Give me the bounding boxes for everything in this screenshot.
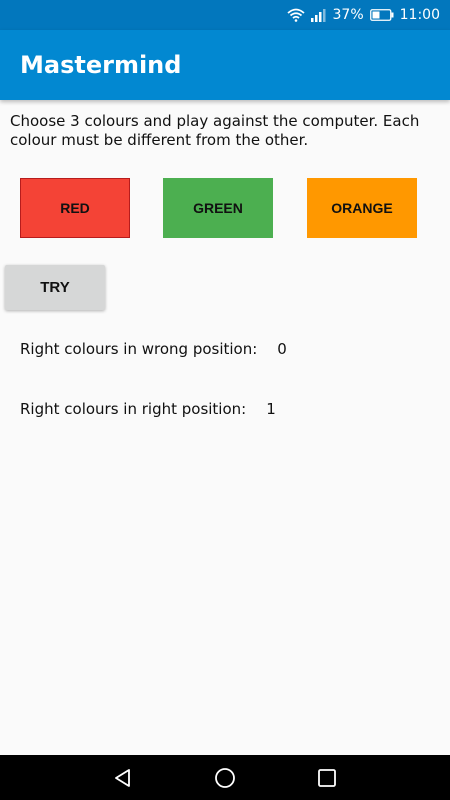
right-position-label: Right colours in right position: [20,400,247,418]
home-icon[interactable] [213,766,237,790]
status-bar: 37% 11:00 [0,0,450,30]
right-position-value: 1 [266,400,276,418]
try-button[interactable]: TRY [5,265,105,310]
app-title: Mastermind [20,51,182,79]
signal-icon [310,8,327,22]
instructions-text: Choose 3 colours and play against the co… [10,112,420,149]
main-content: Choose 3 colours and play against the co… [0,100,450,755]
back-icon[interactable] [111,766,135,790]
wrong-position-value: 0 [277,340,287,358]
red-color-button[interactable]: RED [20,178,130,238]
wrong-position-label: Right colours in wrong position: [20,340,258,358]
recents-icon[interactable] [315,766,339,790]
orange-color-button[interactable]: ORANGE [307,178,417,238]
green-color-button[interactable]: GREEN [163,178,273,238]
right-position-row: Right colours in right position: 1 [20,400,276,418]
navigation-bar [0,755,450,800]
wrong-position-row: Right colours in wrong position: 0 [20,340,287,358]
clock: 11:00 [399,7,440,23]
wifi-icon [286,8,305,22]
battery-icon [369,9,394,21]
app-bar: Mastermind [0,30,450,100]
battery-percent: 37% [332,7,364,23]
